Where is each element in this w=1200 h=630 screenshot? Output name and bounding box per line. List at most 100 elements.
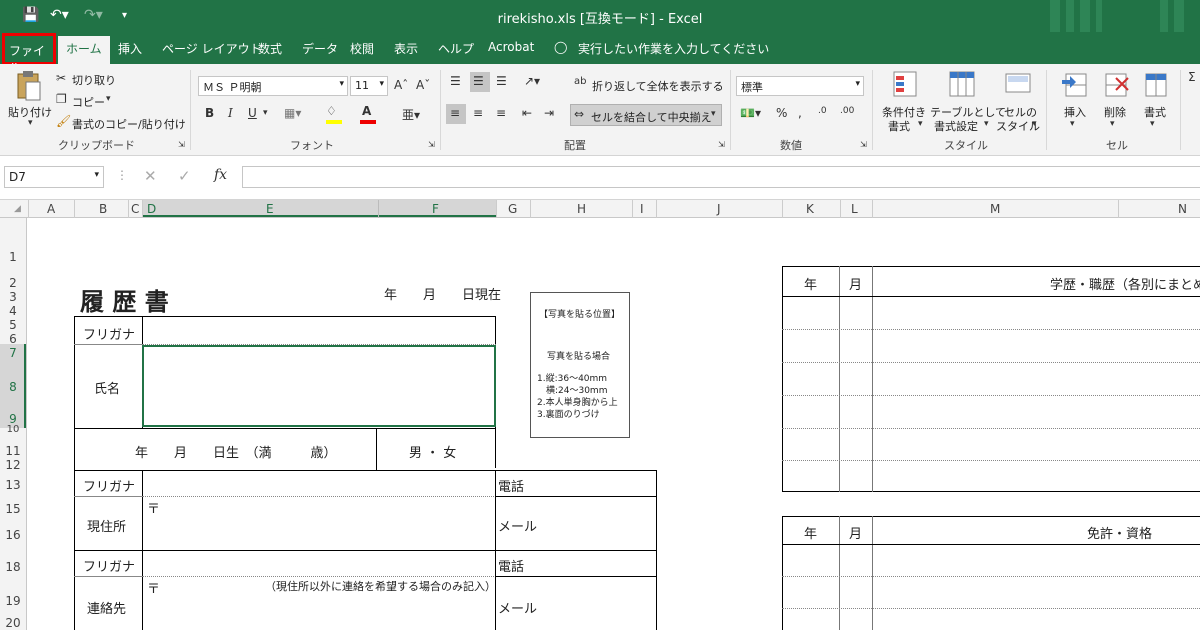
cell-styles-icon[interactable] — [1004, 70, 1034, 100]
row-header[interactable]: 1 — [0, 250, 26, 264]
font-launcher-icon[interactable]: ⇲ — [428, 140, 435, 149]
chevron-down-icon[interactable]: ▾ — [918, 119, 923, 129]
increase-font-icon[interactable]: Aˆ — [394, 78, 408, 92]
row-header[interactable]: 13 — [0, 478, 26, 492]
delete-cells-icon[interactable] — [1102, 70, 1130, 100]
row-header[interactable]: 19 — [0, 594, 26, 608]
row-header[interactable]: 11 — [0, 444, 26, 458]
tab-acrobat[interactable]: Acrobat — [488, 40, 534, 54]
increase-indent-icon[interactable]: ⇥ — [544, 106, 554, 120]
percent-icon[interactable]: % — [776, 106, 787, 120]
column-header[interactable]: M — [990, 202, 1000, 216]
fill-color-icon[interactable]: ♢ — [326, 104, 337, 118]
row-header[interactable]: 5 — [0, 318, 26, 332]
row-header[interactable]: 16 — [0, 528, 26, 542]
row-header[interactable]: 20 — [0, 616, 26, 630]
cancel-icon[interactable]: ✕ — [144, 167, 157, 185]
column-header[interactable]: N — [1178, 202, 1187, 216]
select-all-icon[interactable]: ◢ — [14, 204, 21, 214]
more-options-icon[interactable]: ⋮ — [116, 168, 128, 182]
copy-button[interactable]: コピー — [72, 94, 105, 110]
decrease-font-icon[interactable]: Aˇ — [416, 78, 430, 92]
column-header[interactable]: D — [147, 202, 156, 216]
wrap-text-icon[interactable]: ab — [574, 76, 586, 87]
format-cells-button[interactable]: 書式 — [1144, 104, 1166, 120]
decrease-decimal-icon[interactable]: .00 — [840, 106, 854, 116]
delete-cells-button[interactable]: 削除 — [1104, 104, 1126, 120]
chevron-down-icon[interactable]: ▾ — [984, 119, 989, 129]
merge-center-button[interactable]: ⇔ セルを結合して中央揃え ▾ — [570, 104, 722, 126]
tab-page-layout[interactable]: ページ レイアウト — [162, 40, 262, 57]
column-header[interactable]: C — [131, 202, 139, 216]
border-icon[interactable]: ▦▾ — [284, 106, 301, 120]
paste-dropdown-icon[interactable]: ▾ — [28, 118, 33, 128]
font-name-select[interactable]: ＭＳ Ｐ明朝 ▾ — [198, 76, 348, 96]
row-header[interactable]: 4 — [0, 304, 26, 318]
row-header[interactable]: 6 — [0, 332, 26, 346]
row-header[interactable]: 8 — [0, 380, 26, 394]
row-header[interactable]: 15 — [0, 502, 26, 516]
column-header[interactable]: G — [508, 202, 517, 216]
conditional-format-label2[interactable]: 書式 — [888, 118, 910, 134]
italic-button[interactable]: I — [228, 106, 233, 120]
decrease-indent-icon[interactable]: ⇤ — [522, 106, 532, 120]
insert-function-button[interactable]: fx — [214, 167, 227, 183]
format-as-table-icon[interactable] — [948, 70, 978, 100]
bold-button[interactable]: B — [205, 106, 214, 120]
phonetic-icon[interactable]: 亜▾ — [402, 106, 420, 123]
formula-input[interactable] — [242, 166, 1200, 188]
row-header[interactable]: 3 — [0, 290, 26, 304]
copy-icon[interactable]: ❐ — [56, 92, 67, 106]
underline-button[interactable]: U — [248, 106, 257, 120]
increase-decimal-icon[interactable]: .0 — [818, 106, 827, 116]
tab-home[interactable]: ホーム — [58, 36, 110, 64]
currency-icon[interactable]: 💵▾ — [740, 106, 761, 120]
insert-cells-icon[interactable] — [1062, 70, 1090, 100]
row-header[interactable]: 10 — [0, 424, 26, 435]
chevron-down-icon[interactable]: ▾ — [1070, 119, 1075, 129]
comma-icon[interactable]: , — [798, 106, 802, 120]
align-right-icon[interactable]: ≡ — [496, 106, 506, 120]
chevron-down-icon[interactable]: ▾ — [263, 108, 268, 118]
format-painter-icon[interactable]: 🖌 — [56, 114, 71, 128]
sum-icon[interactable]: Σ — [1188, 70, 1196, 84]
tab-insert[interactable]: 挿入 — [118, 40, 142, 57]
tab-help[interactable]: ヘルプ — [438, 40, 474, 57]
column-header[interactable]: E — [266, 202, 274, 216]
column-header[interactable]: I — [640, 202, 644, 216]
font-size-select[interactable]: 11 ▾ — [350, 76, 388, 96]
chevron-down-icon[interactable]: ▾ — [1150, 119, 1155, 129]
alignment-launcher-icon[interactable]: ⇲ — [718, 140, 725, 149]
column-header[interactable]: J — [717, 202, 721, 216]
worksheet[interactable]: 履 歴 書 年 月 日現在 フリガナ 氏名 年 月 日生 （満 歳） 男 ・ 女… — [27, 218, 1200, 630]
format-cells-icon[interactable] — [1142, 70, 1170, 100]
column-header[interactable]: F — [432, 202, 439, 216]
tab-review[interactable]: 校閲 — [350, 40, 374, 57]
name-box[interactable]: D7 ▾ — [4, 166, 104, 188]
copy-dropdown-icon[interactable]: ▾ — [106, 94, 111, 104]
wrap-text-button[interactable]: 折り返して全体を表示する — [592, 78, 724, 94]
row-header[interactable]: 7 — [0, 346, 26, 360]
lightbulb-icon[interactable]: ◯ — [554, 40, 567, 54]
scissors-icon[interactable]: ✂ — [56, 71, 66, 85]
tab-formulas[interactable]: 数式 — [258, 40, 282, 57]
column-header[interactable]: A — [47, 202, 55, 216]
number-launcher-icon[interactable]: ⇲ — [860, 140, 867, 149]
name-input-cell[interactable] — [142, 345, 496, 427]
conditional-format-icon[interactable] — [892, 70, 920, 100]
clipboard-launcher-icon[interactable]: ⇲ — [178, 140, 185, 149]
orientation-icon[interactable]: ↗▾ — [524, 74, 540, 88]
align-middle-icon[interactable]: ☰ — [473, 74, 484, 88]
format-as-table-label2[interactable]: 書式設定 — [934, 118, 978, 134]
align-bottom-icon[interactable]: ☰ — [496, 74, 507, 88]
chevron-down-icon[interactable]: ▾ — [1032, 119, 1037, 129]
tell-me-search[interactable]: 実行したい作業を入力してください — [578, 40, 769, 57]
tab-data[interactable]: データ — [302, 40, 338, 57]
column-header[interactable]: H — [577, 202, 586, 216]
column-header[interactable]: B — [99, 202, 107, 216]
column-header[interactable]: K — [806, 202, 814, 216]
insert-cells-button[interactable]: 挿入 — [1064, 104, 1086, 120]
font-color-icon[interactable]: A — [362, 104, 371, 118]
paste-icon[interactable] — [14, 70, 44, 102]
align-center-icon[interactable]: ≡ — [473, 106, 483, 120]
